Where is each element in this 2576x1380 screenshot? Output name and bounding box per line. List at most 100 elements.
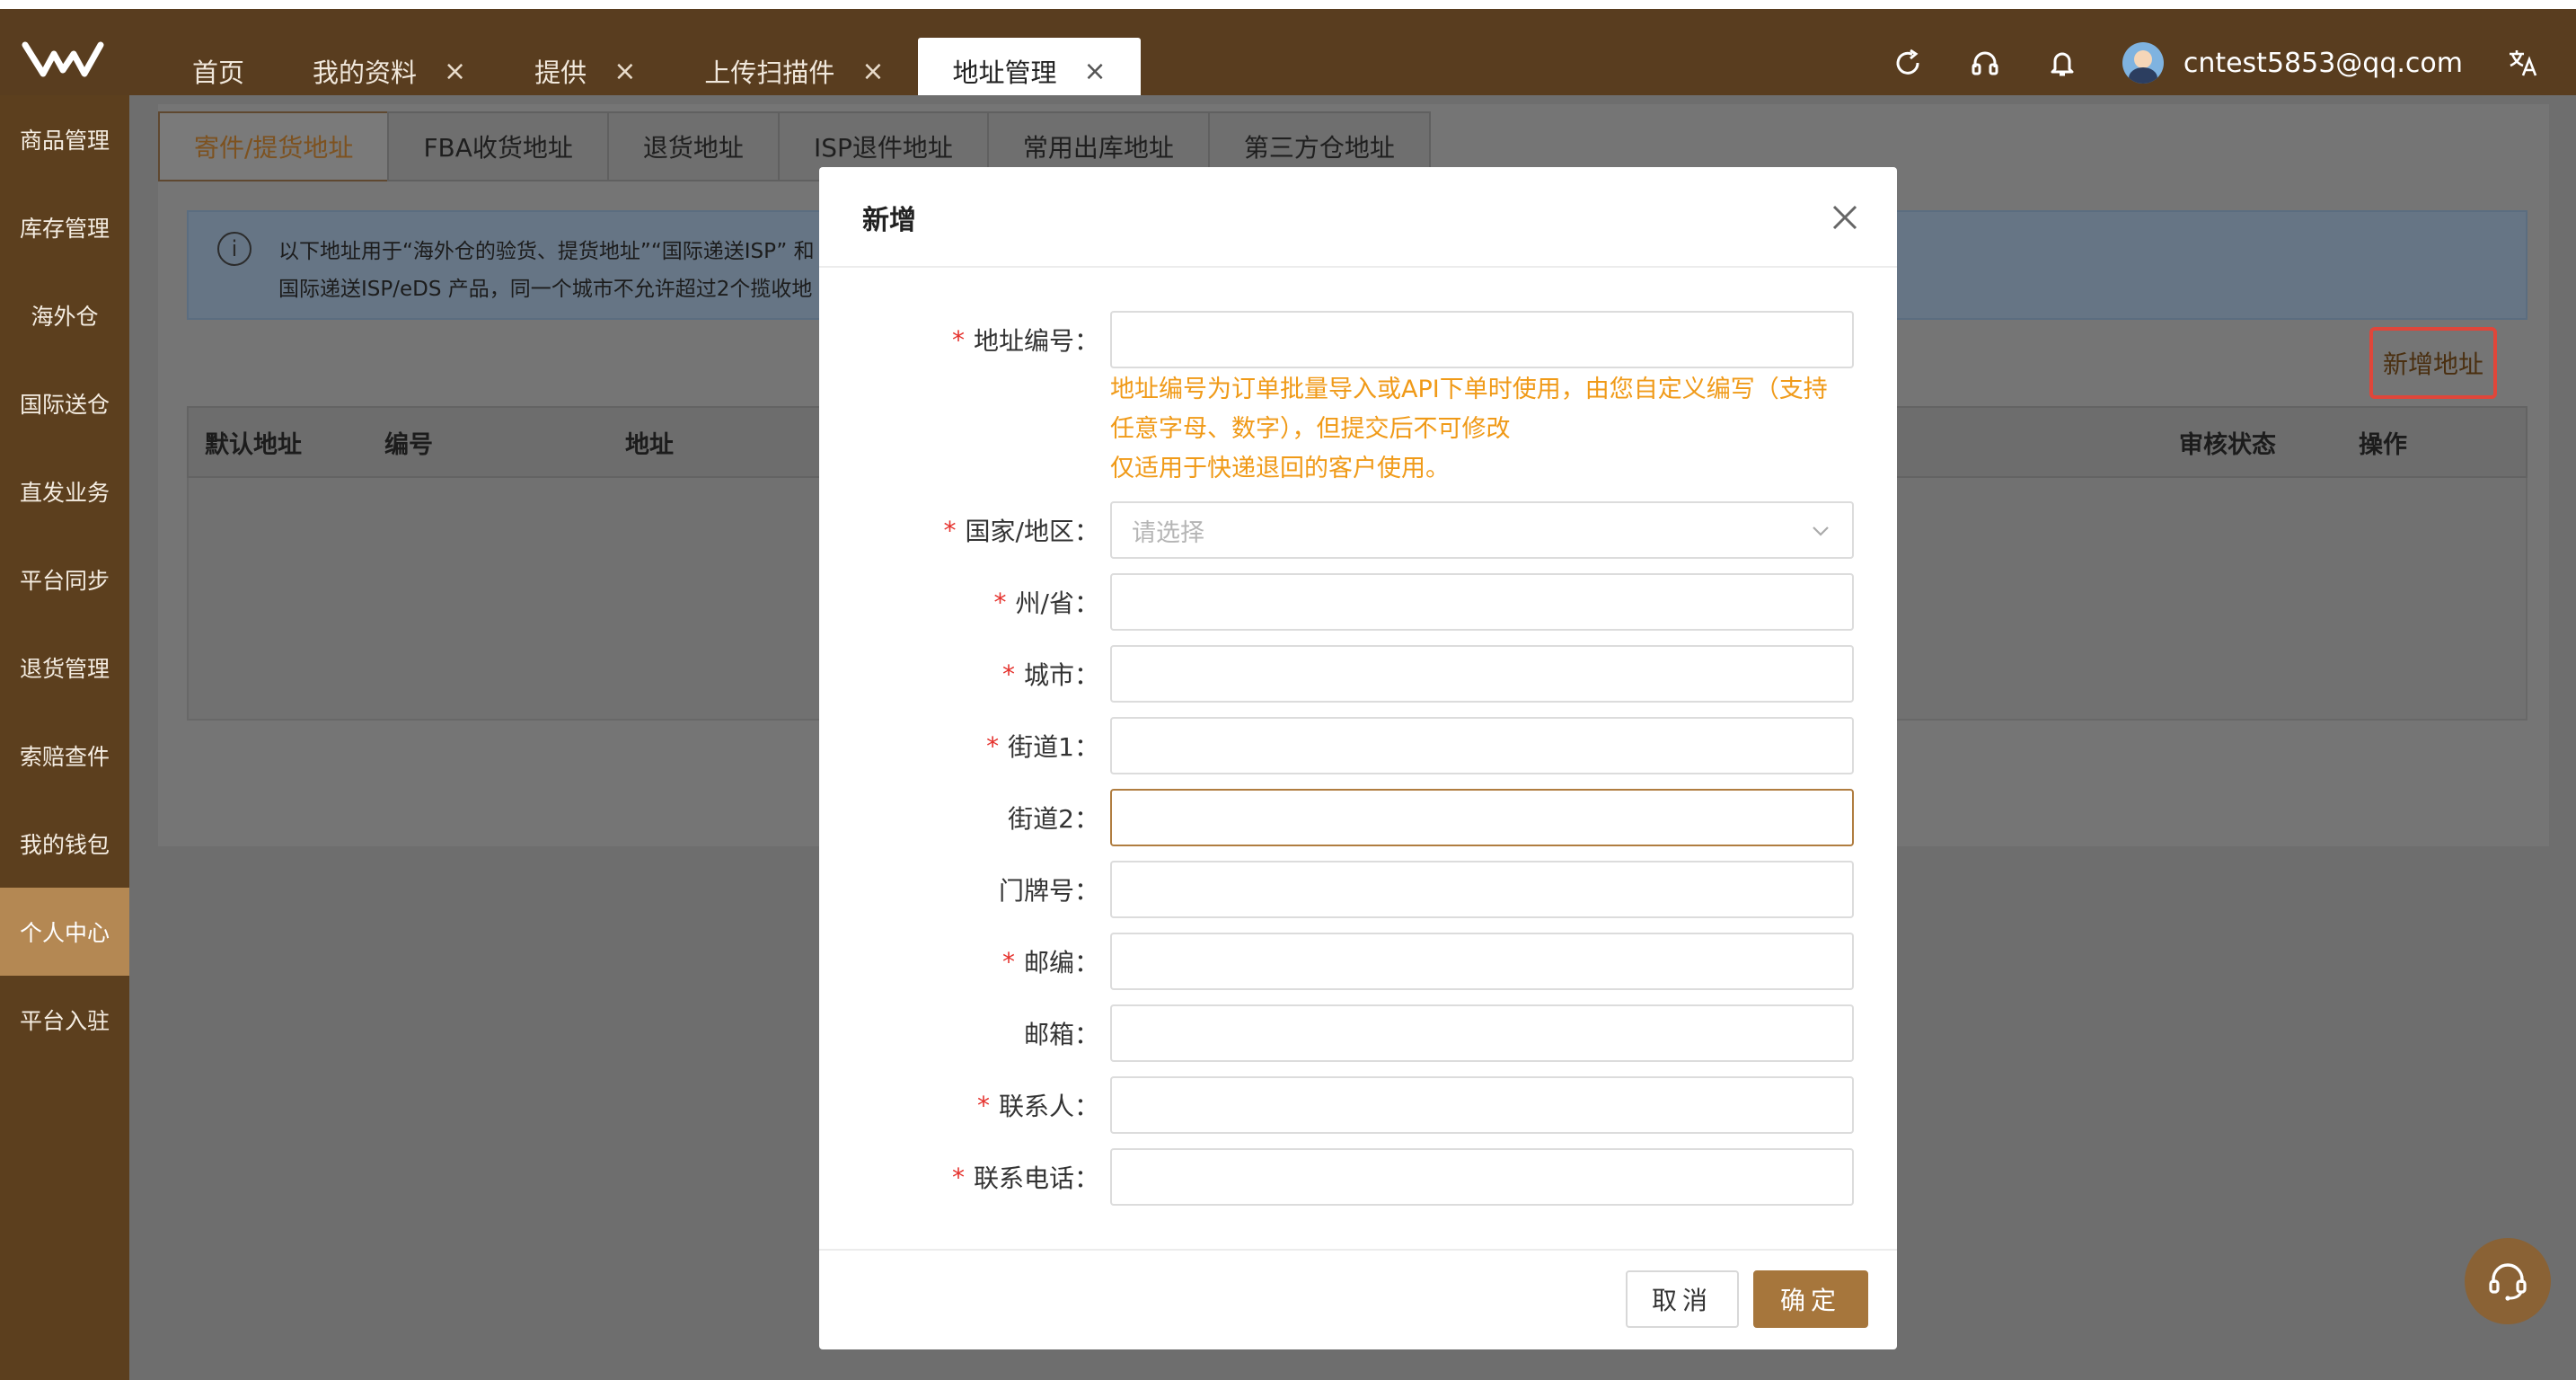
hint-line-2: 任意字母、数字），但提交后不可修改 [1110, 415, 1511, 443]
field-label: * 州/省： [994, 573, 1099, 631]
bell-icon[interactable] [2045, 46, 2079, 80]
subtab-return-address[interactable]: 退货地址 [606, 111, 778, 181]
label-colon: ： [1073, 326, 1099, 356]
brand-logo[interactable] [22, 36, 104, 83]
label-text: 联系电话 [973, 1163, 1074, 1193]
page-tabs: 首页 我的资料 × 提供 × 上传扫描件 × 地址管理 × [158, 29, 1141, 104]
field-label: * 地址编号： [952, 311, 1099, 368]
label-colon: ： [1073, 1020, 1099, 1049]
street1-input[interactable] [1110, 717, 1854, 774]
subtab-pickup-address[interactable]: 寄件/提货地址 [158, 111, 388, 181]
email-input[interactable] [1110, 1004, 1854, 1062]
notice-line-1: 以下地址用于“海外仓的验货、提货地址”“国际递送ISP” 和 [278, 240, 815, 263]
field-label: * 城市： [1002, 645, 1099, 703]
sidebar-item-return-management[interactable]: 退货管理 [0, 624, 129, 712]
refresh-icon[interactable] [1891, 46, 1925, 80]
field-label: * 街道1： [986, 717, 1099, 774]
required-mark: * [986, 730, 1000, 761]
select-placeholder: 请选择 [1132, 518, 1204, 547]
contact-input[interactable] [1110, 1076, 1854, 1134]
sidebar-item-product-management[interactable]: 商品管理 [0, 95, 129, 183]
field-label: * 联系人： [977, 1076, 1099, 1134]
address-code-input[interactable] [1110, 311, 1854, 368]
dialog-header: 新增 [819, 167, 1897, 268]
sidebar-item-personal-center[interactable]: 个人中心 [0, 888, 129, 976]
avatar [2122, 42, 2164, 84]
country-select[interactable]: 请选择 [1110, 501, 1854, 559]
customer-service-button[interactable] [2465, 1238, 2551, 1324]
dialog-footer: 取消 确定 [819, 1249, 1897, 1349]
field-label: * 邮编： [1002, 933, 1099, 990]
close-icon[interactable]: × [1084, 56, 1107, 87]
required-mark: * [951, 324, 965, 355]
sidebar-item-international-delivery[interactable]: 国际送仓 [0, 359, 129, 447]
tab-label: 上传扫描件 [704, 58, 835, 88]
col-action: 操作 [2359, 430, 2407, 459]
field-label: * 国家/地区： [944, 501, 1099, 559]
close-icon[interactable] [1827, 199, 1863, 235]
phone-input[interactable] [1110, 1148, 1854, 1206]
tab-provide[interactable]: 提供 × [500, 38, 670, 104]
col-review-status: 审核状态 [2179, 430, 2276, 459]
sidebar-item-my-wallet[interactable]: 我的钱包 [0, 800, 129, 888]
notice-line-2: 国际递送ISP/eDS 产品，同一个城市不允许超过2个揽收地 [278, 278, 813, 301]
sidebar-item-direct-shipping[interactable]: 直发业务 [0, 447, 129, 535]
tab-address-management[interactable]: 地址管理 × [918, 38, 1141, 104]
tab-label: 地址管理 [952, 58, 1057, 88]
label-text: 地址编号 [973, 326, 1074, 356]
sidebar-item-overseas-warehouse[interactable]: 海外仓 [0, 271, 129, 359]
user-menu[interactable]: cntest5853@qq.com [2122, 42, 2463, 84]
chevron-down-icon [1813, 526, 1829, 536]
dialog-title: 新增 [862, 205, 916, 236]
label-text: 邮箱 [1023, 1020, 1074, 1049]
required-mark: * [1001, 659, 1015, 689]
col-number: 编号 [384, 430, 433, 459]
header-actions: cntest5853@qq.com [1891, 36, 2540, 90]
label-text: 国家/地区 [965, 517, 1074, 546]
sidebar-item-platform-onboarding[interactable]: 平台入驻 [0, 976, 129, 1064]
translate-icon[interactable] [2506, 46, 2540, 80]
field-label: 门牌号： [999, 861, 1099, 918]
col-default-address: 默认地址 [205, 430, 302, 459]
house-number-input[interactable] [1110, 861, 1854, 918]
label-text: 邮编 [1023, 948, 1074, 978]
label-text: 街道2 [1008, 804, 1074, 834]
tab-my-profile[interactable]: 我的资料 × [278, 38, 500, 104]
cancel-button[interactable]: 取消 [1626, 1270, 1739, 1328]
hint-line-1: 地址编号为订单批量导入或API下单时使用，由您自定义编写（支持 [1110, 376, 1828, 403]
label-colon: ： [1073, 1092, 1099, 1121]
info-icon: i [217, 232, 251, 266]
label-colon: ： [1073, 660, 1099, 690]
street2-input[interactable] [1110, 789, 1854, 846]
subtab-fba-address[interactable]: FBA收货地址 [387, 111, 607, 181]
label-colon: ： [1073, 948, 1099, 978]
tab-home[interactable]: 首页 [158, 38, 278, 104]
add-address-button[interactable]: 新增地址 [2369, 327, 2497, 399]
label-colon: ： [1073, 732, 1099, 762]
field-label: * 联系电话： [952, 1148, 1099, 1206]
label-text: 州/省 [1015, 588, 1074, 618]
postcode-input[interactable] [1110, 933, 1854, 990]
sidebar: 商品管理 库存管理 海外仓 国际送仓 直发业务 平台同步 退货管理 索赔查件 我… [0, 95, 129, 1380]
confirm-button[interactable]: 确定 [1753, 1270, 1868, 1328]
tab-label: 首页 [192, 58, 245, 88]
label-colon: ： [1073, 1163, 1099, 1193]
field-label: 邮箱： [1024, 1004, 1099, 1062]
required-mark: * [976, 1090, 990, 1120]
sidebar-item-platform-sync[interactable]: 平台同步 [0, 535, 129, 624]
close-icon[interactable]: × [861, 56, 884, 87]
close-icon[interactable]: × [613, 56, 636, 87]
field-label: 街道2： [1008, 789, 1099, 846]
col-address: 地址 [625, 430, 674, 459]
city-input[interactable] [1110, 645, 1854, 703]
label-colon: ： [1073, 517, 1099, 546]
sidebar-item-claims-tracking[interactable]: 索赔查件 [0, 712, 129, 800]
close-icon[interactable]: × [444, 56, 466, 87]
headset-icon[interactable] [1968, 46, 2002, 80]
tab-upload-scan[interactable]: 上传扫描件 × [670, 38, 918, 104]
label-text: 联系人 [998, 1092, 1074, 1121]
label-text: 街道1 [1008, 732, 1074, 762]
state-input[interactable] [1110, 573, 1854, 631]
sidebar-item-inventory-management[interactable]: 库存管理 [0, 183, 129, 271]
label-colon: ： [1073, 876, 1099, 906]
